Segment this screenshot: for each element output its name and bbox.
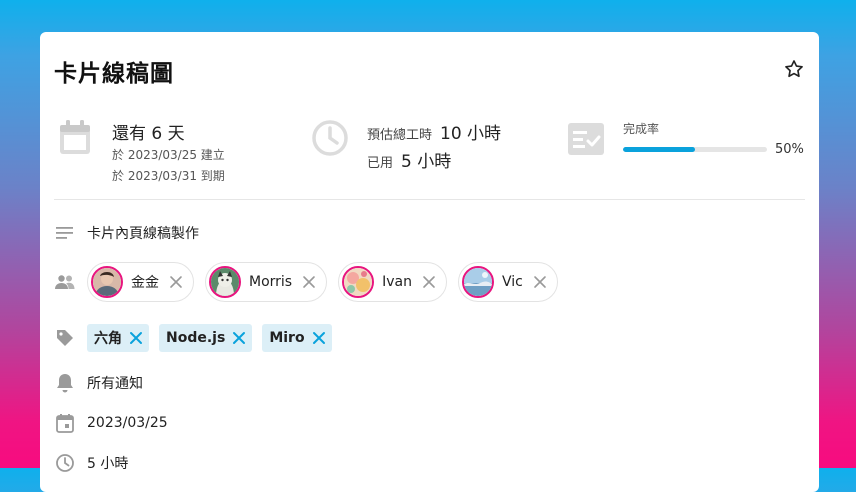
lines-icon [54, 222, 76, 244]
notify-text: 所有通知 [87, 376, 143, 392]
notify-row[interactable]: 所有通知 [54, 372, 143, 394]
remove-member-icon[interactable] [302, 275, 316, 289]
remove-member-icon[interactable] [422, 275, 436, 289]
clock-icon [54, 452, 76, 474]
tag-name: 六角 [94, 331, 122, 347]
member-chip[interactable]: Vic [457, 262, 558, 302]
time-text: 5 小時 [87, 456, 129, 472]
remove-tag-icon[interactable] [312, 331, 326, 345]
date-text: 2023/03/25 [87, 415, 168, 431]
avatar [209, 266, 241, 298]
tag-chip[interactable]: Node.js [159, 324, 253, 352]
completion-progress-bar [623, 147, 767, 152]
estimate-value: 10 小時 [440, 124, 502, 144]
remove-tag-icon[interactable] [129, 331, 143, 345]
card-title: 卡片線稿圖 [54, 61, 174, 87]
time-row[interactable]: 5 小時 [54, 452, 128, 474]
member-name: Morris [249, 274, 293, 290]
avatar [461, 266, 494, 298]
remove-tag-icon[interactable] [232, 331, 246, 345]
divider [54, 199, 805, 200]
completion-percent: 50% [775, 142, 804, 157]
card-panel: 卡片線稿圖 還有 6 天 於 2023/03/25 建立 於 2023/03/3… [40, 32, 819, 492]
tag-icon [54, 327, 76, 349]
used-value: 5 小時 [401, 152, 452, 172]
avatar [342, 266, 375, 298]
tag-chip[interactable]: Miro [262, 324, 332, 352]
completion-progress-fill [623, 147, 695, 152]
tag-name: Miro [269, 330, 305, 346]
member-name: 金金 [131, 275, 159, 291]
stats-row: 還有 6 天 於 2023/03/25 建立 於 2023/03/31 到期 預… [40, 116, 819, 200]
tag-chip[interactable]: 六角 [87, 324, 149, 352]
tags-row: 六角 Node.js Miro [54, 324, 342, 352]
member-chip[interactable]: Ivan [338, 262, 447, 302]
avatar [91, 266, 123, 298]
clock-icon [312, 120, 348, 156]
member-chip[interactable]: Morris [205, 262, 328, 302]
used-label: 已用 [367, 156, 394, 171]
due-remaining: 還有 6 天 [112, 124, 185, 144]
due-date: 於 2023/03/31 到期 [112, 169, 225, 183]
remove-member-icon[interactable] [169, 275, 183, 289]
completion-label: 完成率 [623, 122, 660, 136]
created-date: 於 2023/03/25 建立 [112, 148, 225, 162]
member-chip[interactable]: 金金 [87, 262, 194, 302]
description-row: 卡片內頁線稿製作 [54, 222, 199, 244]
people-icon [54, 271, 76, 293]
member-name: Ivan [382, 274, 412, 290]
star-icon[interactable] [783, 58, 805, 80]
date-row[interactable]: 2023/03/25 [54, 412, 168, 434]
calendar-icon [54, 412, 76, 434]
estimate-label: 預估總工時 [367, 128, 433, 143]
members-row: 金金 Morris Ivan Vic [54, 262, 569, 302]
checklist-icon [568, 123, 604, 155]
member-name: Vic [501, 274, 523, 290]
description-text[interactable]: 卡片內頁線稿製作 [87, 223, 199, 243]
remove-member-icon[interactable] [533, 275, 547, 289]
calendar-icon [60, 120, 90, 154]
tag-name: Node.js [166, 330, 226, 346]
bell-icon [54, 372, 76, 394]
